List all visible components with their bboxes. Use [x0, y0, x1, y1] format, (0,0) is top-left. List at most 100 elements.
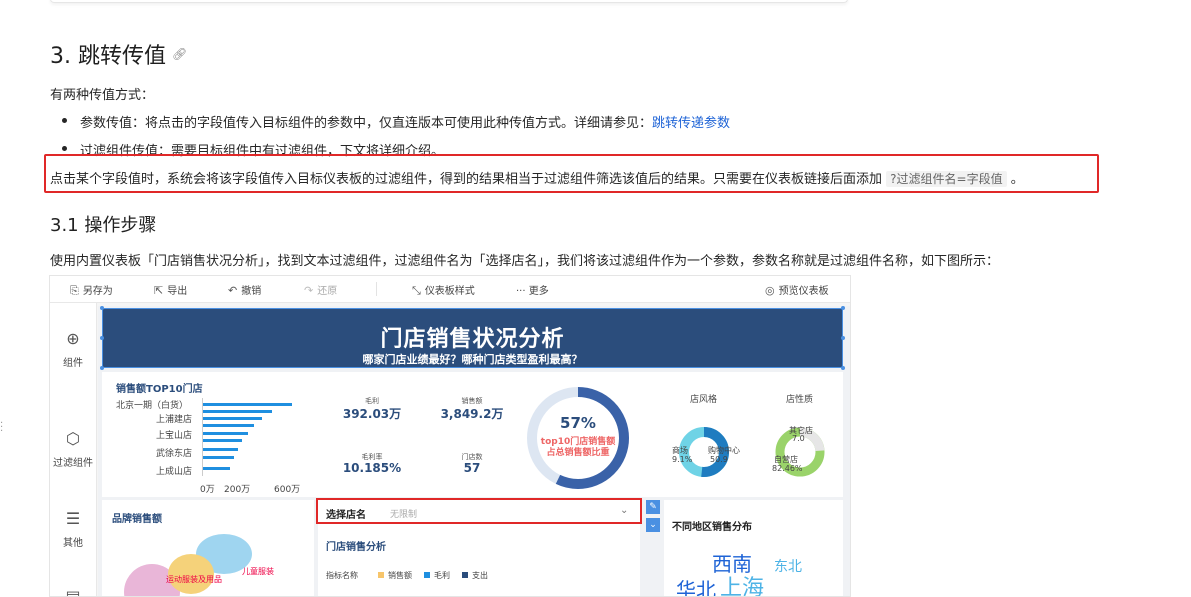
bullet-text: 参数传值：将点击的字段值传入目标组件的参数中，仅直连版本可使用此种传值方式。详细… — [80, 116, 653, 131]
redo-button[interactable]: ↷ 还原 — [304, 282, 337, 297]
store-analysis-panel: 选择店名 无限制 ⌄ 门店销售分析 指标名称 销售额 毛利 支出 — [316, 498, 642, 596]
resize-handle[interactable] — [100, 336, 104, 340]
axis-tick: 200万 — [224, 485, 251, 495]
store-bar[interactable] — [202, 456, 234, 459]
bullet-dot-icon — [62, 118, 67, 123]
plus-circle-icon: ⊕ — [66, 329, 80, 348]
save-icon: ⎘ — [70, 284, 79, 297]
code-snippet: ?过滤组件名=字段值 — [886, 171, 1007, 187]
dashboard-screenshot: ⎘ 另存为 ⇱ 导出 ↶ 撤销 ↷ 还原 ⤡ 仪表板样式 ··· 更多 ◎ 预览仪表板 ⊕ 组… — [49, 275, 851, 597]
bullet-item-parameter: 参数传值：将点击的字段值传入目标组件的参数中，仅直连版本可使用此种传值方式。详细… — [80, 112, 730, 131]
bullet-dot-icon — [62, 146, 67, 151]
filters-button[interactable]: ⬡ 过滤组件 — [50, 429, 96, 469]
store-name-filter[interactable]: 选择店名 无限制 ⌄ — [316, 498, 642, 524]
donut-value: 7.0 — [792, 434, 805, 443]
toolbar-divider — [376, 282, 377, 296]
dashboard-style-button[interactable]: ⤡ 仪表板样式 — [412, 282, 475, 298]
axis-tick: 600万 — [274, 485, 301, 495]
store-label: 上成山店 — [156, 467, 193, 477]
highlight-text-main: 点击某个字段值时，系统会将该字段值传入目标仪表板的过滤组件，得到的结果相当于过滤… — [50, 172, 883, 187]
subheading: 3.1 操作步骤 — [50, 215, 157, 236]
store-style-title: 店风格 — [690, 395, 718, 405]
kpi-value: 57 — [463, 461, 481, 475]
ring-percent: 57% — [560, 414, 596, 432]
store-bar[interactable] — [202, 424, 254, 427]
kpi-value: 3,849.2万 — [440, 407, 504, 421]
store-bar[interactable] — [202, 448, 238, 451]
filter-label: 选择店名 — [326, 510, 366, 521]
store-nature-title: 店性质 — [786, 395, 814, 405]
region-title: 不同地区销售分布 — [672, 522, 752, 533]
brand-title: 品牌销售额 — [112, 514, 162, 525]
legend-swatch — [424, 572, 430, 578]
legend-title: 指标名称 — [326, 571, 358, 580]
store-bar[interactable] — [202, 403, 292, 406]
store-label: 北京一期（白货） — [116, 401, 189, 411]
filter-placeholder: 无限制 — [390, 510, 418, 520]
store-bar[interactable] — [202, 410, 272, 413]
chevron-down-icon[interactable]: ⌄ — [620, 505, 628, 516]
component-sidebar: ⊕ 组件 ⬡ 过滤组件 ☰ 其他 ▤ — [50, 303, 97, 596]
resize-handle[interactable] — [100, 306, 104, 310]
store-bar[interactable] — [202, 417, 262, 420]
intro-text: 有两种传值方式： — [50, 88, 155, 103]
ring-label: 占总销售额比重 — [546, 448, 610, 458]
kpi-value: 10.185% — [342, 461, 402, 475]
other-button[interactable]: ☰ 其他 — [50, 509, 96, 549]
highlight-text-end: 。 — [1010, 172, 1024, 187]
more-sidebar-icon[interactable]: ▤ — [50, 587, 96, 596]
resize-handle[interactable] — [841, 336, 845, 340]
region-word[interactable]: 东北 — [774, 556, 802, 576]
section-heading: 3. 跳转传值 — [50, 44, 166, 69]
export-button[interactable]: ⇱ 导出 — [154, 282, 187, 297]
brand-label: 运动服装及用品 — [166, 575, 222, 584]
save-as-button[interactable]: ⎘ 另存为 — [70, 282, 113, 298]
step-text: 使用内置仪表板「门店销售状况分析」，找到文本过滤组件，过滤组件名为「选择店名」，… — [50, 254, 1000, 269]
jump-parameter-link[interactable]: 跳转传递参数 — [652, 116, 730, 131]
store-label: 武徐东店 — [156, 449, 193, 459]
analysis-title: 门店销售分析 — [326, 542, 386, 553]
legend-swatch — [378, 572, 384, 578]
previous-card-edge — [50, 0, 848, 3]
components-button[interactable]: ⊕ 组件 — [50, 329, 96, 369]
drag-handle-icon[interactable]: · · · — [0, 419, 3, 437]
preview-icon: ◎ — [765, 284, 775, 297]
store-bar[interactable] — [202, 467, 230, 470]
kpi-value: 392.03万 — [342, 407, 402, 421]
edit-icon[interactable]: ✎ — [646, 500, 660, 514]
dashboard-title: 门店销售状况分析 — [380, 327, 565, 352]
brand-label: 儿童服装 — [242, 567, 274, 576]
legend-swatch — [462, 572, 468, 578]
document-icon: ☰ — [65, 509, 81, 528]
legend-item[interactable]: 支出 — [472, 570, 488, 581]
editor-toolbar: ⎘ 另存为 ⇱ 导出 ↶ 撤销 ↷ 还原 ⤡ 仪表板样式 ··· 更多 ◎ 预览仪表板 — [50, 276, 850, 303]
region-word[interactable]: 华北 — [676, 574, 716, 596]
resize-handle[interactable] — [841, 366, 845, 370]
region-word[interactable]: 上海 — [720, 570, 764, 596]
dashboard-subtitle: 哪家门店业绩最好？哪种门店类型盈利最高？ — [362, 353, 583, 366]
filter-options-icon[interactable]: ⌄ — [646, 518, 660, 532]
preview-button[interactable]: ◎ 预览仪表板 — [765, 282, 829, 297]
donut-value: 50.9 — [710, 455, 728, 464]
brand-sales-panel: 品牌销售额 运动服装及用品 儿童服装 — [102, 500, 314, 596]
anchor-link-icon[interactable]: 🔗︎ — [172, 47, 187, 61]
highlight-text: 点击某个字段值时，系统会将该字段值传入目标仪表板的过滤组件，得到的结果相当于过滤… — [50, 167, 1024, 187]
resize-handle[interactable] — [100, 366, 104, 370]
store-bar[interactable] — [202, 439, 242, 442]
store-label: 上浦建店 — [156, 415, 193, 425]
dashboard-canvas: 门店销售状况分析 哪家门店业绩最好？哪种门店类型盈利最高？ 销售额TOP10门店… — [98, 306, 850, 596]
style-icon: ⤡ — [412, 284, 421, 297]
resize-handle[interactable] — [841, 306, 845, 310]
axis-line — [202, 398, 203, 476]
export-icon: ⇱ — [154, 284, 164, 297]
more-button[interactable]: ··· 更多 — [516, 282, 549, 297]
donut-value: 9.1% — [672, 455, 693, 464]
donut-value: 82.46% — [772, 464, 803, 473]
region-sales-panel: 不同地区销售分布 西南 东北 华北 上海 — [664, 500, 843, 596]
redo-icon: ↷ — [304, 284, 314, 297]
legend-item[interactable]: 毛利 — [434, 570, 450, 581]
store-bar[interactable] — [202, 432, 248, 435]
undo-button[interactable]: ↶ 撤销 — [228, 282, 261, 297]
title-banner[interactable]: 门店销售状况分析 哪家门店业绩最好？哪种门店类型盈利最高？ — [102, 308, 843, 368]
legend-item[interactable]: 销售额 — [388, 570, 412, 581]
